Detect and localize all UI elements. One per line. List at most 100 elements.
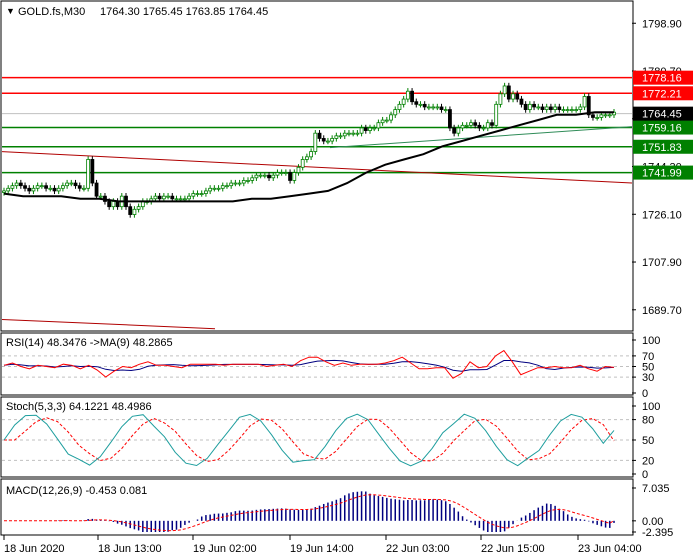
candle-bull bbox=[161, 195, 166, 200]
candle-bear bbox=[107, 201, 112, 208]
osc-tick-label: 0 bbox=[642, 388, 648, 400]
candle-bull bbox=[536, 106, 541, 109]
candle-bull bbox=[347, 132, 351, 135]
candle-bull bbox=[258, 174, 263, 177]
candle-bear bbox=[18, 182, 23, 187]
candle-bull bbox=[389, 114, 393, 121]
candle-bull bbox=[6, 187, 11, 192]
candle-bull bbox=[380, 119, 385, 124]
macd-tick-label: -2.395 bbox=[642, 527, 673, 539]
candle-bull bbox=[246, 180, 250, 182]
candle-bull bbox=[204, 190, 208, 194]
candle-bull bbox=[456, 127, 461, 134]
candle-bull bbox=[435, 106, 440, 109]
candle-bull bbox=[60, 185, 65, 189]
candle-bull bbox=[292, 172, 297, 181]
level-label-text: 1759.16 bbox=[642, 123, 682, 135]
candle-bull bbox=[191, 193, 196, 197]
candle-bull bbox=[603, 114, 608, 117]
candle-bear bbox=[506, 85, 511, 100]
candle-bull bbox=[426, 106, 431, 109]
candle-bull bbox=[570, 109, 574, 111]
candle-bull bbox=[527, 103, 532, 110]
candle-bull bbox=[48, 187, 53, 190]
candle-bull bbox=[342, 132, 347, 137]
osc-tick-label: 100 bbox=[642, 401, 660, 413]
candle-bull bbox=[300, 159, 305, 168]
candle-bull bbox=[334, 135, 339, 139]
candle-bear bbox=[473, 122, 478, 126]
candle-bull bbox=[199, 193, 204, 195]
candle-bull bbox=[326, 140, 330, 143]
candle-bear bbox=[321, 138, 326, 142]
candle-bull bbox=[574, 109, 579, 111]
time-tick-label: 19 Jun 02:00 bbox=[193, 543, 257, 555]
candle-bull bbox=[56, 187, 61, 192]
main-price-panel bbox=[0, 0, 634, 332]
time-axis: 18 Jun 2020 18 Jun 13:00 19 Jun 02:00 19 Ju… bbox=[3, 535, 642, 555]
candle-bear bbox=[317, 132, 322, 139]
candle-bull bbox=[208, 187, 213, 192]
candle-bull bbox=[372, 127, 377, 130]
candle-bull bbox=[132, 208, 137, 215]
candle-bear bbox=[94, 182, 99, 197]
candle-bear bbox=[170, 195, 175, 200]
candle-bull bbox=[469, 122, 473, 126]
candle-bear bbox=[540, 106, 545, 110]
candle-bear bbox=[77, 185, 82, 189]
candle-bull bbox=[313, 132, 318, 152]
candle-bull bbox=[607, 114, 612, 117]
candle-bear bbox=[414, 101, 419, 105]
candle-bull bbox=[418, 103, 423, 106]
candle-bull bbox=[262, 174, 267, 177]
candle-bear bbox=[452, 127, 457, 134]
candle-bull bbox=[187, 195, 192, 200]
candle-bear bbox=[363, 127, 368, 131]
candle-bull bbox=[595, 117, 600, 119]
candle-bull bbox=[195, 193, 200, 195]
level-label-text: 1772.21 bbox=[642, 88, 682, 100]
candle-bull bbox=[553, 106, 558, 110]
level-label-text: 1751.83 bbox=[642, 142, 682, 154]
candle-bull bbox=[544, 106, 549, 110]
candle-bull bbox=[182, 198, 187, 201]
candle-bear bbox=[515, 93, 520, 100]
candle-bull bbox=[359, 127, 364, 134]
candle-bull bbox=[69, 182, 74, 185]
candle-bear bbox=[52, 187, 57, 192]
trading-chart[interactable]: ▼ GOLD.fs,M30 1764.30 1765.45 1763.85 17… bbox=[0, 0, 700, 560]
candle-bull bbox=[405, 90, 410, 100]
candle-bear bbox=[44, 185, 48, 189]
candle-bull bbox=[65, 182, 70, 187]
candle-bull bbox=[233, 182, 238, 185]
osc-tick-label: 80 bbox=[642, 415, 654, 427]
price-tick-label: 1707.90 bbox=[642, 257, 682, 269]
candle-bull bbox=[464, 124, 469, 127]
candle-bear bbox=[267, 174, 271, 179]
candle-bear bbox=[73, 182, 78, 187]
time-tick-label: 22 Jun 03:00 bbox=[386, 543, 450, 555]
candle-bull bbox=[279, 172, 284, 174]
candle-bull bbox=[241, 180, 246, 184]
level-label-text: 1778.16 bbox=[642, 73, 682, 85]
candle-bull bbox=[296, 166, 301, 173]
candle-bear bbox=[288, 172, 292, 181]
candle-bull bbox=[136, 206, 141, 210]
candle-bull bbox=[275, 172, 280, 176]
candle-bear bbox=[490, 122, 494, 126]
candle-bull bbox=[376, 122, 381, 129]
candle-bull bbox=[384, 119, 389, 122]
candle-bear bbox=[410, 90, 414, 103]
candle-bull bbox=[355, 132, 360, 135]
candle-bull bbox=[166, 195, 170, 198]
candle-bull bbox=[212, 187, 217, 190]
candle-bull bbox=[237, 182, 242, 185]
header-arrow: ▼ bbox=[6, 6, 15, 16]
candle-bull bbox=[511, 93, 515, 100]
candle-bull bbox=[178, 198, 183, 201]
candle-bull bbox=[582, 96, 587, 108]
candle-bull bbox=[2, 190, 6, 193]
candle-bull bbox=[309, 151, 314, 158]
candle-bull bbox=[397, 103, 402, 110]
candle-bear bbox=[548, 106, 553, 110]
